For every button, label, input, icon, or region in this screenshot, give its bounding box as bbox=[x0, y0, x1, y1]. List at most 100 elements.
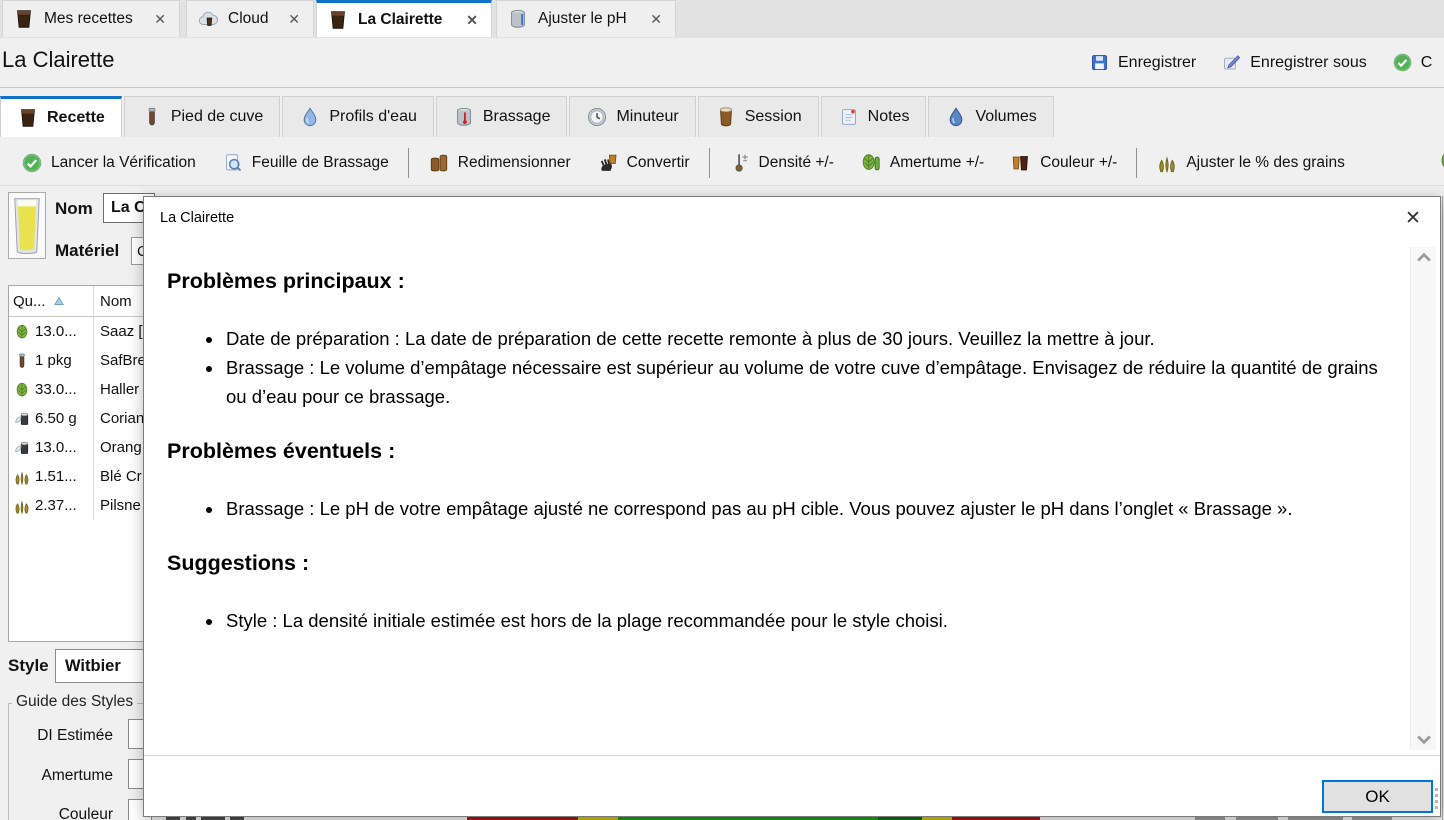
window-tab-strip: Mes recettes ✕ Cloud ✕ La Clairette ✕ Aj… bbox=[0, 0, 1444, 39]
close-icon[interactable]: ✕ bbox=[647, 10, 665, 28]
recipe-name-value: La C bbox=[111, 199, 146, 217]
save-as-button[interactable]: Enregistrer sous bbox=[1221, 52, 1367, 73]
save-as-label: Enregistrer sous bbox=[1250, 54, 1367, 72]
toolbar-separator bbox=[408, 148, 409, 178]
water-drop-icon bbox=[299, 106, 321, 128]
run-verification-button[interactable]: Lancer la Vérification bbox=[8, 143, 209, 183]
tab-pied-de-cuve[interactable]: Pied de cuve bbox=[124, 96, 281, 137]
pencil-icon bbox=[1221, 52, 1242, 73]
field-label-di-estimee: DI Estimée bbox=[33, 727, 113, 745]
test-tube-icon bbox=[13, 352, 31, 370]
toolbar-label: Redimensionner bbox=[458, 154, 571, 172]
ok-button[interactable]: OK bbox=[1322, 780, 1433, 813]
problem-list: Brassage : Le pH de votre empâtage ajust… bbox=[167, 494, 1394, 523]
check-circle-icon bbox=[21, 152, 43, 174]
beer-glass-icon bbox=[327, 9, 349, 31]
resize-grip[interactable] bbox=[1433, 788, 1439, 814]
beer-glass-image bbox=[11, 196, 43, 256]
session-beer-icon bbox=[715, 106, 737, 128]
toolbar-label: Amertume +/- bbox=[890, 154, 984, 172]
cloud-icon bbox=[197, 8, 219, 30]
tab-volumes[interactable]: Volumes bbox=[928, 96, 1053, 137]
materiel-label: Matériel bbox=[55, 241, 119, 261]
col-name-header[interactable]: Nom bbox=[100, 293, 132, 310]
window-tab-la-clairette[interactable]: La Clairette ✕ bbox=[316, 0, 492, 37]
table-row[interactable]: 33.0... Haller bbox=[9, 375, 151, 404]
toolbar-label: Couleur +/- bbox=[1040, 154, 1117, 172]
tab-session[interactable]: Session bbox=[698, 96, 819, 137]
recipe-image-button[interactable] bbox=[8, 192, 46, 259]
beer-glass-icon bbox=[17, 107, 39, 129]
app-window: Mes recettes ✕ Cloud ✕ La Clairette ✕ Aj… bbox=[0, 0, 1444, 820]
adjust-grain-percent-button[interactable]: Ajuster le % des grains bbox=[1143, 143, 1358, 183]
close-icon[interactable]: ✕ bbox=[1398, 204, 1428, 232]
resize-button[interactable]: Redimensionner bbox=[415, 143, 584, 183]
list-item: Style : La densité initiale estimée est … bbox=[224, 606, 1394, 635]
tab-label: Notes bbox=[868, 108, 910, 126]
style-label: Style bbox=[8, 656, 49, 676]
field-label-amertume: Amertume bbox=[33, 767, 113, 785]
window-tab-mes-recettes[interactable]: Mes recettes ✕ bbox=[2, 0, 180, 37]
close-icon[interactable]: ✕ bbox=[463, 11, 481, 29]
tab-minuteur[interactable]: Minuteur bbox=[569, 96, 695, 137]
toolbar-label: Feuille de Brassage bbox=[252, 154, 389, 172]
toolbar-label: Ajuster le % des grains bbox=[1186, 154, 1345, 172]
convert-hand-icon bbox=[597, 152, 619, 174]
dialog-title: La Clairette bbox=[160, 210, 234, 226]
table-row[interactable]: 1.51... Blé Cr bbox=[9, 462, 151, 491]
tab-recette[interactable]: Recette bbox=[0, 96, 122, 137]
spice-icon bbox=[13, 410, 31, 428]
toolbar-separator bbox=[709, 148, 710, 178]
list-item: Brassage : Le pH de votre empâtage ajust… bbox=[224, 494, 1394, 523]
table-row[interactable]: 13.0... Orang bbox=[9, 433, 151, 462]
save-button[interactable]: Enregistrer bbox=[1089, 52, 1196, 73]
ingredients-table: Qu... Nom 13.0... Saaz [ 1 pkg SafBre 33… bbox=[8, 285, 152, 642]
tab-label: Minuteur bbox=[616, 108, 678, 126]
check-label-clipped: C bbox=[1421, 54, 1433, 72]
dialog-footer: OK bbox=[144, 755, 1440, 816]
tab-label: Recette bbox=[47, 109, 105, 127]
test-tube-icon bbox=[141, 106, 163, 128]
col-qty-header[interactable]: Qu... bbox=[13, 293, 46, 310]
spice-icon bbox=[13, 439, 31, 457]
tab-profils-eau[interactable]: Profils d'eau bbox=[282, 96, 434, 137]
field-label-couleur: Couleur bbox=[33, 806, 113, 820]
dialog-titlebar[interactable]: La Clairette bbox=[144, 197, 1440, 239]
bitterness-adjust-button[interactable]: Amertume +/- bbox=[847, 143, 997, 183]
window-tab-ajuster-ph[interactable]: Ajuster le pH ✕ bbox=[496, 0, 676, 37]
table-row[interactable]: 1 pkg SafBre bbox=[9, 346, 151, 375]
scroll-up-button[interactable] bbox=[1411, 247, 1436, 269]
table-row[interactable]: 13.0... Saaz [ bbox=[9, 317, 151, 346]
problem-list: Date de préparation : La date de prépara… bbox=[167, 324, 1394, 411]
check-button-clipped[interactable]: C bbox=[1392, 52, 1433, 73]
convert-button[interactable]: Convertir bbox=[584, 143, 703, 183]
chevron-down-icon bbox=[1414, 729, 1434, 749]
toolbar-label: Convertir bbox=[627, 154, 690, 172]
brew-sheet-button[interactable]: Feuille de Brassage bbox=[209, 143, 402, 183]
hops-icon bbox=[13, 323, 31, 341]
color-adjust-button[interactable]: Couleur +/- bbox=[997, 143, 1130, 183]
ingredients-table-header[interactable]: Qu... Nom bbox=[9, 286, 151, 317]
table-row[interactable]: 2.37... Pilsne bbox=[9, 491, 151, 520]
table-row[interactable]: 6.50 g Corian bbox=[9, 404, 151, 433]
tab-notes[interactable]: Notes bbox=[821, 96, 927, 137]
tab-label: Session bbox=[745, 108, 802, 126]
scroll-down-button[interactable] bbox=[1411, 728, 1436, 750]
window-tab-label: La Clairette bbox=[358, 11, 442, 29]
close-icon[interactable]: ✕ bbox=[285, 10, 303, 28]
tab-brassage[interactable]: Brassage bbox=[436, 96, 568, 137]
dialog-scrollbar[interactable] bbox=[1410, 247, 1436, 750]
nom-label: Nom bbox=[55, 199, 93, 219]
toolbar-separator bbox=[1136, 148, 1137, 178]
close-icon[interactable]: ✕ bbox=[151, 10, 169, 28]
nav-tab-row: Recette Pied de cuve Profils d'eau Brass… bbox=[0, 96, 1444, 137]
barrels-icon bbox=[428, 152, 450, 174]
floppy-icon bbox=[1089, 52, 1110, 73]
hops-tube-icon bbox=[860, 152, 882, 174]
style-guide-groupbox bbox=[8, 703, 146, 820]
brew-kettle-icon bbox=[453, 106, 475, 128]
style-select[interactable]: Witbier bbox=[55, 649, 155, 683]
verification-dialog: La Clairette ✕ Problèmes principaux : Da… bbox=[143, 196, 1441, 817]
density-adjust-button[interactable]: Densité +/- bbox=[716, 143, 847, 183]
window-tab-cloud[interactable]: Cloud ✕ bbox=[186, 0, 314, 37]
